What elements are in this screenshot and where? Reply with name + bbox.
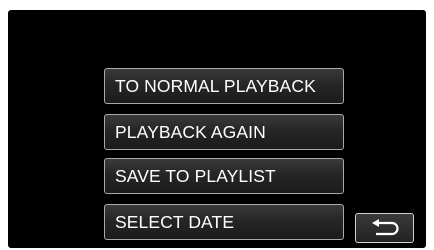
save-to-playlist-button[interactable]: SAVE TO PLAYLIST bbox=[104, 158, 344, 194]
return-arrow-icon bbox=[371, 219, 399, 236]
to-normal-playback-button[interactable]: TO NORMAL PLAYBACK bbox=[104, 68, 344, 104]
select-date-button[interactable]: SELECT DATE bbox=[104, 204, 344, 240]
playback-again-button[interactable]: PLAYBACK AGAIN bbox=[104, 114, 344, 150]
playback-menu-screen: TO NORMAL PLAYBACK PLAYBACK AGAIN SAVE T… bbox=[8, 10, 426, 248]
return-button[interactable] bbox=[355, 213, 414, 243]
